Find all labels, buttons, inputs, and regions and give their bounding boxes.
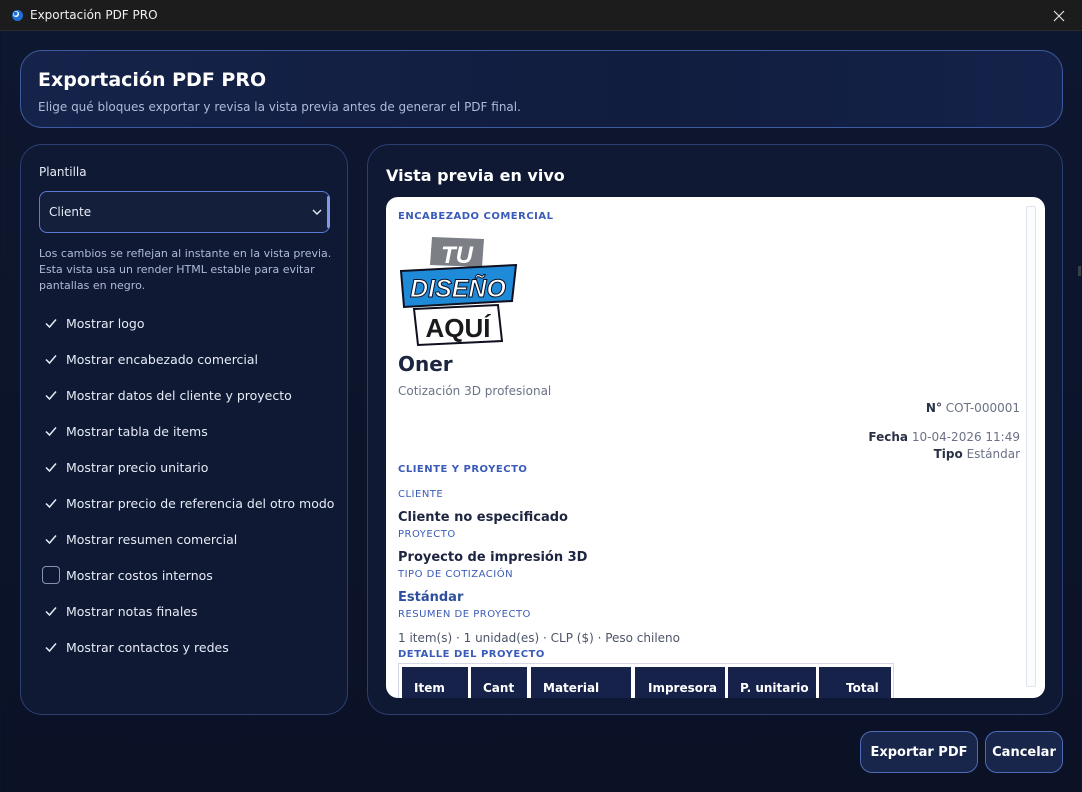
preview-title: Vista previa en vivo: [386, 166, 565, 185]
option-7[interactable]: Mostrar resumen comercial: [39, 521, 339, 557]
option-6[interactable]: Mostrar precio de referencia del otro mo…: [39, 485, 339, 521]
check-icon[interactable]: [39, 532, 66, 546]
items-table: Item Cant Material Impresora P. unitario…: [398, 663, 894, 698]
table-header-cell: Total: [819, 667, 891, 698]
company-name: Oner: [398, 352, 453, 376]
export-pdf-button[interactable]: Exportar PDF: [860, 731, 978, 773]
page-subtitle: Elige qué bloques exportar y revisa la v…: [38, 100, 521, 114]
summary-label: RESUMEN DE PROYECTO: [398, 609, 531, 620]
window-title: Exportación PDF PRO: [30, 8, 158, 22]
app-icon: [11, 9, 24, 22]
template-label: Plantilla: [39, 165, 87, 179]
table-header-cell: Cant: [471, 667, 527, 698]
header-card: Exportación PDF PRO Elige qué bloques ex…: [20, 50, 1063, 128]
section-heading-client: CLIENTE Y PROYECTO: [398, 464, 528, 475]
info-text: Los cambios se reflejan al instante en l…: [39, 247, 332, 292]
check-icon[interactable]: [39, 640, 66, 654]
checkbox-unchecked[interactable]: [39, 566, 66, 584]
option-3[interactable]: Mostrar datos del cliente y proyecto: [39, 377, 339, 413]
page-title: Exportación PDF PRO: [38, 69, 267, 91]
quote-type-value: Estándar: [398, 590, 464, 605]
quote-date: Fecha 10-04-2026 11:49: [868, 430, 1020, 444]
client-label: CLIENTE: [398, 489, 444, 500]
check-icon[interactable]: [39, 316, 66, 330]
table-header-cell: Impresora: [635, 667, 725, 698]
option-8[interactable]: Mostrar costos internos: [39, 557, 339, 593]
preview-scrollbar[interactable]: [1026, 206, 1036, 687]
option-4[interactable]: Mostrar tabla de items: [39, 413, 339, 449]
preview-panel: Vista previa en vivo ENCABEZADO COMERCIA…: [367, 144, 1063, 715]
chevron-down-icon: [312, 209, 322, 215]
title-bar: Exportación PDF PRO: [0, 0, 1082, 31]
check-icon[interactable]: [39, 460, 66, 474]
options-list: Mostrar logo Mostrar encabezado comercial…: [39, 305, 339, 665]
window-edge: [1078, 266, 1081, 276]
quote-type: Tipo Estándar: [933, 447, 1020, 461]
option-label: Mostrar datos del cliente y proyecto: [66, 387, 292, 403]
table-header-cell: P. unitario: [728, 667, 816, 698]
check-icon[interactable]: [39, 388, 66, 402]
close-icon: [1053, 10, 1065, 21]
check-icon[interactable]: [39, 424, 66, 438]
preview-document[interactable]: ENCABEZADO COMERCIAL TU DISEÑO AQUÍ Oner…: [386, 197, 1045, 698]
template-select[interactable]: Cliente: [39, 191, 330, 233]
project-label: PROYECTO: [398, 529, 456, 540]
logo-text-line2: DISEÑO: [410, 273, 506, 303]
table-header-cell: Material: [531, 667, 631, 698]
option-label: Mostrar tabla de items: [66, 423, 208, 439]
section-heading-detail: DETALLE DEL PROYECTO: [398, 649, 545, 660]
company-tagline: Cotización 3D profesional: [398, 384, 552, 398]
logo-image: TU DISEÑO AQUÍ: [399, 237, 518, 347]
dialog-body: Exportación PDF PRO Elige qué bloques ex…: [1, 31, 1081, 792]
logo-text-line3: AQUÍ: [426, 313, 492, 343]
quote-type-label: TIPO DE COTIZACIÓN: [398, 569, 514, 580]
option-10[interactable]: Mostrar contactos y redes: [39, 629, 339, 665]
option-label: Mostrar resumen comercial: [66, 531, 238, 547]
project-value: Proyecto de impresión 3D: [398, 550, 588, 565]
check-icon[interactable]: [39, 496, 66, 510]
option-2[interactable]: Mostrar encabezado comercial: [39, 341, 339, 377]
option-label: Mostrar costos internos: [66, 567, 213, 583]
table-header-cell: Item: [402, 667, 468, 698]
check-icon[interactable]: [39, 604, 66, 618]
checkbox-box: [42, 566, 60, 584]
client-value: Cliente no especificado: [398, 510, 568, 525]
option-label: Mostrar logo: [66, 315, 145, 331]
summary-value: 1 item(s) · 1 unidad(es) · CLP ($) · Pes…: [398, 631, 680, 645]
option-1[interactable]: Mostrar logo: [39, 305, 339, 341]
option-9[interactable]: Mostrar notas finales: [39, 593, 339, 629]
option-label: Mostrar encabezado comercial: [66, 351, 259, 367]
check-icon[interactable]: [39, 352, 66, 366]
option-label: Mostrar precio de referencia del otro mo…: [66, 495, 335, 511]
template-select-value: Cliente: [49, 205, 92, 219]
select-focus-edge: [327, 196, 330, 228]
option-label: Mostrar contactos y redes: [66, 639, 229, 655]
quote-number: N° COT-000001: [925, 401, 1020, 415]
options-panel: Plantilla Cliente Los cambios se refleja…: [20, 144, 348, 715]
close-window-button[interactable]: [1036, 0, 1082, 31]
section-heading-header: ENCABEZADO COMERCIAL: [398, 211, 554, 222]
option-label: Mostrar precio unitario: [66, 459, 209, 475]
option-5[interactable]: Mostrar precio unitario: [39, 449, 339, 485]
logo-text-line1: TU: [441, 242, 474, 269]
option-label: Mostrar notas finales: [66, 603, 198, 619]
cancel-button[interactable]: Cancelar: [985, 731, 1063, 773]
